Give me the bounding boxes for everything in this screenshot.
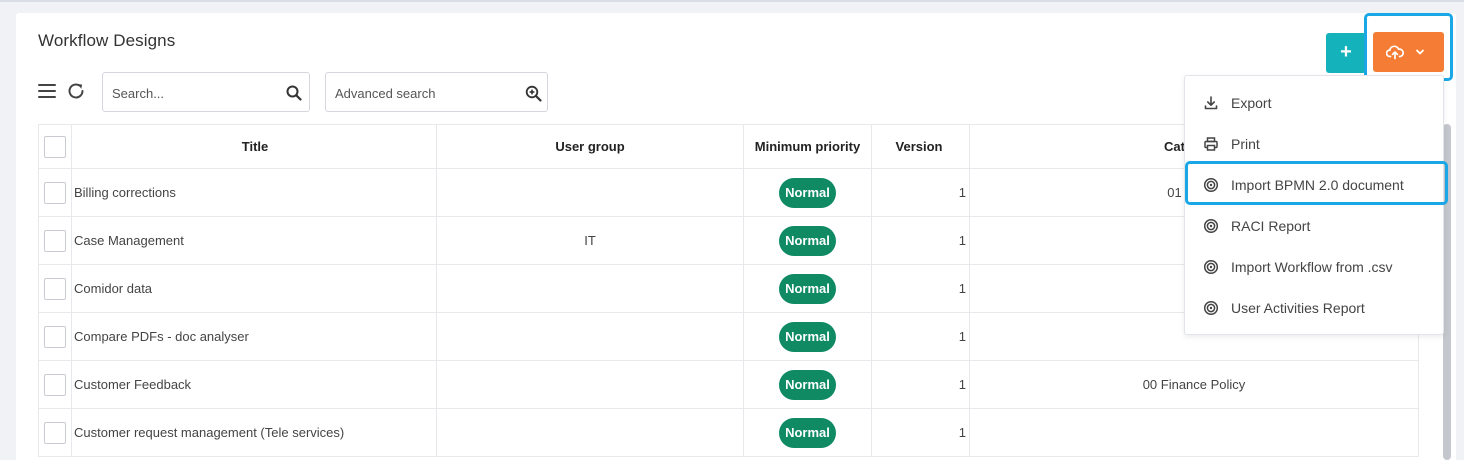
row-user-group [436,360,744,409]
row-title[interactable]: Comidor data [71,264,437,313]
menu-item-user-activities-report[interactable]: User Activities Report [1185,288,1443,328]
row-checkbox[interactable] [44,373,66,396]
row-version: 1 [871,408,970,457]
row-title[interactable]: Customer Feedback [71,360,437,409]
search-input[interactable] [112,84,282,102]
column-header-version[interactable]: Version [871,124,970,169]
column-header-minimum-priority[interactable]: Minimum priority [743,124,872,169]
export-dropdown-menu: Export Print Import BPMN 2.0 document RA… [1184,75,1444,335]
search-box [102,72,310,112]
row-user-group [436,312,744,361]
advanced-search-box [325,72,548,112]
menu-item-print[interactable]: Print [1185,124,1443,164]
row-checkbox[interactable] [44,277,66,300]
priority-badge: Normal [779,369,836,400]
row-version: 1 [871,264,970,313]
row-title[interactable]: Billing corrections [71,168,437,217]
row-user-group [436,264,744,313]
row-version: 1 [871,168,970,217]
target-icon [1203,218,1219,234]
row-category [969,408,1419,457]
row-title[interactable]: Customer request management (Tele servic… [71,408,437,457]
menu-item-label: RACI Report [1231,218,1311,234]
column-header-title[interactable]: Title [71,124,437,169]
row-checkbox[interactable] [44,325,66,348]
row-title[interactable]: Compare PDFs - doc analyser [71,312,437,361]
priority-badge: Normal [779,273,836,304]
row-user-group [436,408,744,457]
menu-item-label: Print [1231,136,1260,152]
select-all-cell [38,124,72,169]
row-checkbox[interactable] [44,421,66,444]
menu-item-label: User Activities Report [1231,300,1365,316]
menu-item-export[interactable]: Export [1185,83,1443,123]
cloud-upload-icon [1386,45,1404,60]
row-version: 1 [871,216,970,265]
table-row[interactable]: Customer request management (Tele servic… [38,408,1419,457]
row-user-group: IT [436,216,744,265]
import-bpmn-highlight [1185,161,1448,205]
advanced-search-icon[interactable] [525,85,542,102]
menu-item-label: Export [1231,95,1272,111]
page-title: Workflow Designs [38,31,176,50]
row-version: 1 [871,312,970,361]
refresh-icon[interactable] [66,81,86,101]
chevron-down-icon [1416,49,1424,55]
row-version: 1 [871,360,970,409]
printer-icon [1204,137,1218,151]
add-button[interactable]: + [1326,33,1366,73]
target-icon [1203,300,1219,316]
row-user-group [436,168,744,217]
hamburger-menu-icon[interactable] [38,84,56,98]
menu-item-import-csv[interactable]: Import Workflow from .csv [1185,247,1443,287]
export-dropdown-button[interactable] [1373,32,1444,72]
priority-badge: Normal [779,225,836,256]
menu-item-raci-report[interactable]: RACI Report [1185,206,1443,246]
row-checkbox[interactable] [44,181,66,204]
priority-badge: Normal [779,417,836,448]
select-all-checkbox[interactable] [44,135,66,158]
priority-badge: Normal [779,177,836,208]
menu-item-label: Import Workflow from .csv [1231,259,1393,275]
priority-badge: Normal [779,321,836,352]
row-category: 00 Finance Policy [969,360,1419,409]
search-icon[interactable] [286,85,302,101]
table-row[interactable]: Customer Feedback Normal 1 00 Finance Po… [38,360,1419,409]
advanced-search-input[interactable] [335,84,505,102]
column-header-user-group[interactable]: User group [436,124,744,169]
download-icon [1204,96,1218,110]
top-border [0,0,1464,2]
row-checkbox[interactable] [44,229,66,252]
target-icon [1203,259,1219,275]
row-title[interactable]: Case Management [71,216,437,265]
